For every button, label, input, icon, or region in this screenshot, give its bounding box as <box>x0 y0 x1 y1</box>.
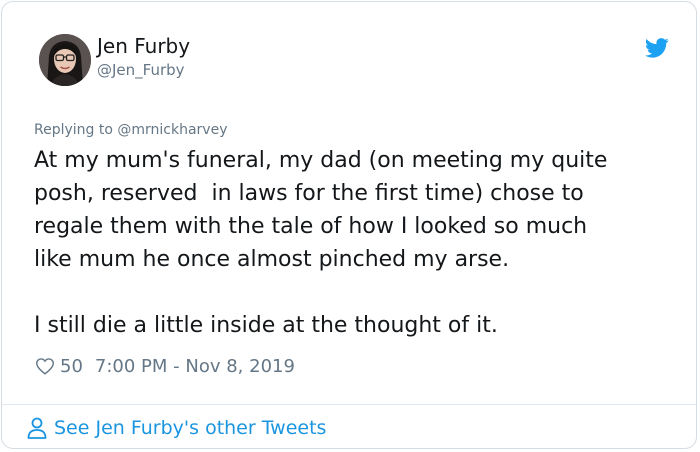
heart-icon[interactable] <box>34 355 56 377</box>
author-name[interactable]: Jen Furby <box>97 34 190 58</box>
reply-context: Replying to @mrnickharvey <box>34 122 228 138</box>
author-handle[interactable]: @Jen_Furby <box>97 61 185 79</box>
timestamp[interactable]: 7:00 PM - Nov 8, 2019 <box>95 356 295 377</box>
divider <box>2 404 696 405</box>
tweet-meta: 50 7:00 PM - Nov 8, 2019 <box>34 354 295 378</box>
other-tweets-link[interactable]: See Jen Furby's other Tweets <box>26 416 326 440</box>
tweet-text: At my mum's funeral, my dad (on meeting … <box>34 148 608 338</box>
other-tweets-label[interactable]: See Jen Furby's other Tweets <box>54 417 326 439</box>
avatar[interactable] <box>39 34 91 86</box>
like-count[interactable]: 50 <box>60 356 83 377</box>
person-icon <box>27 417 47 439</box>
twitter-bird-icon[interactable] <box>644 38 669 58</box>
tweet-card: Jen Furby @Jen_Furby Replying to @mrnick… <box>1 1 697 449</box>
